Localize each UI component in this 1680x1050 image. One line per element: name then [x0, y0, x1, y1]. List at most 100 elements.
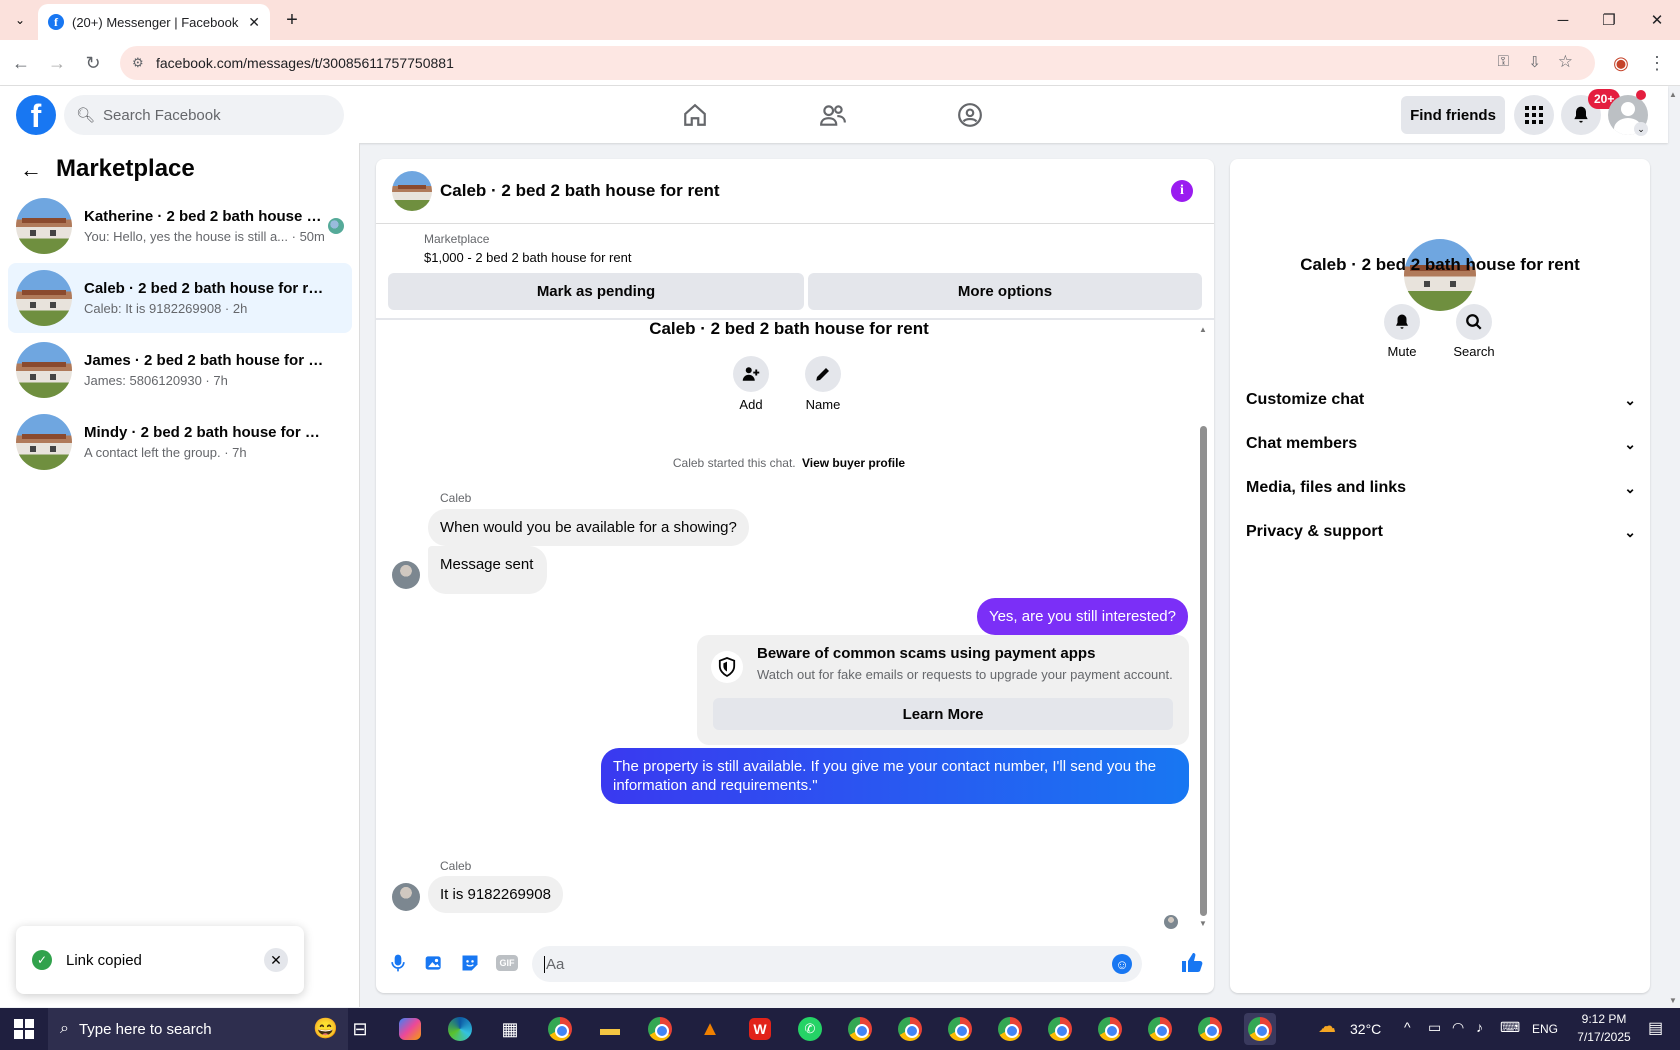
site-info-icon[interactable]: ⚙	[132, 55, 144, 71]
customize-chat-section[interactable]: Customize chat ⌄	[1246, 381, 1636, 419]
conversation-item-katherine[interactable]: Katherine · 2 bed 2 bath house f... You: …	[8, 191, 352, 261]
photo-icon[interactable]	[424, 953, 444, 973]
chat-title[interactable]: Caleb · 2 bed 2 bath house for rent	[440, 181, 720, 201]
gif-icon[interactable]: GIF	[496, 955, 518, 971]
sticker-icon[interactable]	[460, 953, 480, 973]
friends-icon[interactable]	[813, 95, 853, 135]
facebook-search-input[interactable]: 🔍︎ Search Facebook	[64, 95, 344, 135]
chrome-taskbar-icon[interactable]	[1194, 1013, 1226, 1045]
outgoing-message[interactable]: Yes, are you still interested?	[976, 598, 1188, 635]
address-bar[interactable]: ⚙ facebook.com/messages/t/30085611757750…	[120, 46, 1595, 80]
more-options-button[interactable]: More options	[808, 273, 1202, 310]
add-person-icon[interactable]	[733, 356, 769, 392]
taskbar-search-icon: ⌕	[60, 1020, 69, 1037]
caleb-avatar[interactable]	[392, 883, 420, 911]
browser-tab[interactable]: f (20+) Messenger | Facebook ✕	[38, 4, 270, 40]
chat-details-avatar[interactable]	[1404, 239, 1476, 311]
edge-icon[interactable]	[444, 1013, 476, 1045]
install-app-icon[interactable]: ⇩	[1528, 53, 1541, 71]
tab-close-icon[interactable]: ✕	[248, 14, 260, 31]
notification-center-icon[interactable]: ▤	[1648, 1018, 1663, 1038]
meet-now-icon[interactable]: ▭	[1428, 1019, 1441, 1036]
page-scroll-up-icon[interactable]: ▲	[1669, 90, 1677, 99]
page-scroll-down-icon[interactable]: ▼	[1669, 996, 1677, 1005]
close-toast-icon[interactable]: ✕	[264, 948, 288, 972]
weather-icon[interactable]: ☁	[1318, 1016, 1336, 1037]
learn-more-button[interactable]: Learn More	[713, 698, 1173, 730]
chrome-taskbar-icon[interactable]	[1144, 1013, 1176, 1045]
network-icon[interactable]: ◠	[1452, 1019, 1464, 1036]
tray-chevron-icon[interactable]: ^	[1404, 1019, 1411, 1035]
media-files-links-section[interactable]: Media, files and links ⌄	[1246, 469, 1636, 507]
account-chevron-icon[interactable]: ⌄	[1634, 122, 1648, 136]
chrome-taskbar-icon[interactable]	[544, 1013, 576, 1045]
restore-button[interactable]: ❐	[1586, 0, 1632, 40]
conversation-item-caleb[interactable]: Caleb · 2 bed 2 bath house for rent Caleb…	[8, 263, 352, 333]
apps-grid-icon[interactable]	[1514, 95, 1554, 135]
microphone-icon[interactable]	[388, 953, 408, 973]
scroll-down-icon[interactable]: ▼	[1199, 919, 1207, 928]
mute-bell-icon[interactable]	[1384, 304, 1420, 340]
chrome-taskbar-icon[interactable]	[1044, 1013, 1076, 1045]
copilot-icon[interactable]	[394, 1013, 426, 1045]
minimize-button[interactable]: ─	[1540, 0, 1586, 40]
info-icon[interactable]: i	[1171, 180, 1193, 202]
incoming-message[interactable]: When would you be available for a showin…	[428, 509, 749, 546]
taskbar-search-box[interactable]: ⌕ Type here to search 😄	[48, 1008, 348, 1050]
thumbs-up-icon[interactable]	[1180, 951, 1204, 975]
vlc-icon[interactable]: ▲	[694, 1013, 726, 1045]
chrome-taskbar-icon[interactable]	[894, 1013, 926, 1045]
chrome-taskbar-icon[interactable]	[1094, 1013, 1126, 1045]
privacy-support-section[interactable]: Privacy & support ⌄	[1246, 513, 1636, 551]
incoming-message[interactable]: Message sent	[428, 546, 548, 594]
chrome-taskbar-icon[interactable]	[944, 1013, 976, 1045]
emoji-icon[interactable]: ☺	[1112, 954, 1132, 974]
new-tab-icon[interactable]: +	[280, 8, 304, 32]
mark-as-pending-button[interactable]: Mark as pending	[388, 273, 804, 310]
back-arrow-icon[interactable]: ←	[20, 157, 42, 183]
groups-icon[interactable]	[950, 95, 990, 135]
chat-members-section[interactable]: Chat members ⌄	[1246, 425, 1636, 463]
home-icon[interactable]	[675, 95, 715, 135]
chrome-taskbar-icon[interactable]	[994, 1013, 1026, 1045]
tab-search-icon[interactable]: ⌄	[8, 8, 32, 32]
conversation-item-mindy[interactable]: Mindy · 2 bed 2 bath house for rent A con…	[8, 407, 352, 477]
find-friends-button[interactable]: Find friends	[1401, 96, 1505, 134]
conversation-item-james[interactable]: James · 2 bed 2 bath house for rent James…	[8, 335, 352, 405]
chat-header-avatar[interactable]	[392, 171, 432, 211]
edit-name-pencil-icon[interactable]	[805, 356, 841, 392]
caleb-avatar[interactable]	[392, 561, 420, 589]
menu-kebab-icon[interactable]: ⋮	[1642, 48, 1672, 78]
chrome-taskbar-icon[interactable]	[644, 1013, 676, 1045]
clock-time[interactable]: 9:12 PM	[1568, 1012, 1640, 1026]
task-view-icon[interactable]: ⊟	[344, 1013, 376, 1045]
close-window-button[interactable]: ✕	[1634, 0, 1680, 40]
forward-icon[interactable]: →	[42, 48, 72, 78]
windows-start-icon[interactable]	[14, 1019, 34, 1039]
view-buyer-profile-link[interactable]: View buyer profile	[802, 456, 905, 470]
listing-description[interactable]: $1,000 - 2 bed 2 bath house for rent	[424, 250, 631, 265]
scroll-up-icon[interactable]: ▲	[1199, 325, 1207, 334]
temperature[interactable]: 32°C	[1350, 1021, 1381, 1037]
back-icon[interactable]: ←	[6, 48, 36, 78]
whatsapp-icon[interactable]: ✆	[794, 1013, 826, 1045]
message-input[interactable]: Aa ☺	[532, 946, 1142, 982]
file-explorer-icon[interactable]: ▬	[594, 1013, 626, 1045]
language-indicator[interactable]: ENG	[1532, 1022, 1558, 1036]
password-key-icon[interactable]: ⚿	[1498, 53, 1509, 70]
reload-icon[interactable]: ↻	[78, 48, 108, 78]
outgoing-message[interactable]: The property is still available. If you …	[601, 748, 1189, 804]
bookmark-star-icon[interactable]: ☆	[1558, 52, 1573, 72]
chat-scrollbar[interactable]	[1200, 426, 1207, 916]
clock-date[interactable]: 7/17/2025	[1568, 1030, 1640, 1044]
keyboard-icon[interactable]: ⌨	[1500, 1019, 1520, 1036]
volume-icon[interactable]: ♪	[1476, 1019, 1483, 1035]
profile-icon[interactable]: ◉	[1606, 48, 1636, 78]
facebook-logo-icon[interactable]: f	[16, 95, 56, 135]
search-in-chat-icon[interactable]	[1456, 304, 1492, 340]
chrome-taskbar-icon-active[interactable]	[1244, 1013, 1276, 1045]
calculator-icon[interactable]: ▦	[494, 1013, 526, 1045]
incoming-message[interactable]: It is 9182269908	[428, 876, 563, 913]
wps-office-icon[interactable]: W	[744, 1013, 776, 1045]
chrome-taskbar-icon[interactable]	[844, 1013, 876, 1045]
